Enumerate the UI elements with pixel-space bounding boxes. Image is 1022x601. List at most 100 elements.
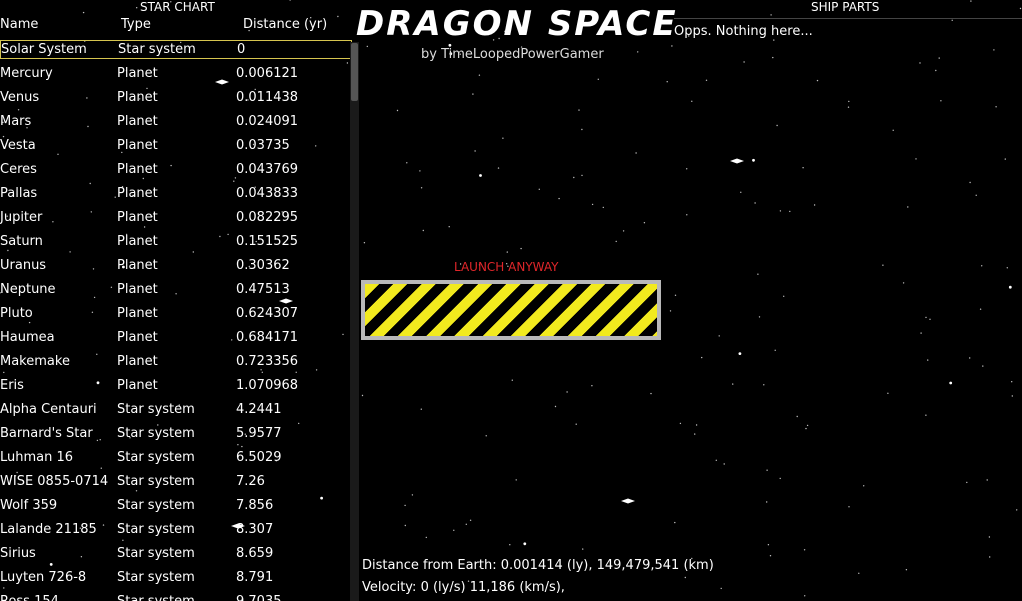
row-distance: 8.659 xyxy=(236,546,274,561)
star-chart-row[interactable]: Luyten 726-8 Star system 8.791 xyxy=(0,568,352,588)
star xyxy=(915,158,917,160)
star xyxy=(497,167,500,169)
star xyxy=(927,359,929,361)
star-chart-row[interactable]: Sirius Star system 8.659 xyxy=(0,544,352,564)
star-chart-row[interactable]: Mars Planet 0.024091 xyxy=(0,112,352,132)
star xyxy=(1006,267,1008,269)
column-header-name[interactable]: Name xyxy=(0,17,38,33)
star-chart-row[interactable]: Eris Planet 1.070968 xyxy=(0,376,352,396)
star-chart-row[interactable]: Lalande 21185 Star system 8.307 xyxy=(0,520,352,540)
star xyxy=(669,310,672,312)
star xyxy=(554,405,557,408)
star xyxy=(558,197,560,200)
row-name: Makemake xyxy=(0,354,70,369)
row-name: Solar System xyxy=(1,42,87,57)
star xyxy=(420,187,423,189)
star-chart-row[interactable]: Ross 154 Star system 9.7035 xyxy=(0,592,352,601)
star xyxy=(448,226,450,228)
launch-button[interactable] xyxy=(361,280,661,340)
star xyxy=(515,479,517,481)
star xyxy=(674,294,677,296)
star-chart-row[interactable]: Luhman 16 Star system 6.5029 xyxy=(0,448,352,468)
row-type: Planet xyxy=(117,354,158,369)
star-chart-scrollbar[interactable] xyxy=(350,42,359,601)
star-chart-row[interactable]: Wolf 359 Star system 7.856 xyxy=(0,496,352,516)
star xyxy=(986,479,988,481)
star-chart-row[interactable]: Makemake Planet 0.723356 xyxy=(0,352,352,372)
star-chart-row[interactable]: Pallas Planet 0.043833 xyxy=(0,184,352,204)
star xyxy=(582,548,584,550)
star xyxy=(538,188,540,190)
star-chart-row[interactable]: Ceres Planet 0.043769 xyxy=(0,160,352,180)
column-header-type[interactable]: Type xyxy=(121,17,151,33)
star-chart-row[interactable]: Uranus Planet 0.30362 xyxy=(0,256,352,276)
star-chart-row[interactable]: Barnard's Star Star system 5.9577 xyxy=(0,424,352,444)
row-distance: 0.024091 xyxy=(236,114,299,129)
star xyxy=(993,49,995,51)
star-chart-row[interactable]: Haumea Planet 0.684171 xyxy=(0,328,352,348)
star-chart-row[interactable]: WISE 0855-0714 Star system 7.26 xyxy=(0,472,352,492)
star xyxy=(591,385,593,387)
star xyxy=(622,230,625,232)
star xyxy=(882,264,884,266)
star xyxy=(858,572,860,574)
star xyxy=(404,504,406,507)
star-chart-row[interactable]: Alpha Centauri Star system 4.2441 xyxy=(0,400,352,420)
star xyxy=(887,392,889,394)
distance-readout: Distance from Earth: 0.001414 (ly), 149,… xyxy=(362,558,714,573)
star xyxy=(804,595,806,597)
star-chart-row[interactable]: Saturn Planet 0.151525 xyxy=(0,232,352,252)
star-chart-row[interactable]: Solar System Star system 0 xyxy=(0,40,352,59)
star xyxy=(465,523,467,525)
row-distance: 0 xyxy=(237,42,246,57)
star xyxy=(970,0,972,2)
velocity-readout: Velocity: 0 (ly/s) 11,186 (km/s), xyxy=(362,580,565,595)
star xyxy=(769,555,772,557)
star xyxy=(523,542,527,546)
star xyxy=(763,384,765,386)
star xyxy=(805,427,807,430)
star-chart-scroll-thumb[interactable] xyxy=(351,43,358,101)
star xyxy=(715,459,717,461)
row-name: Vesta xyxy=(0,138,36,153)
star-chart-row[interactable]: Venus Planet 0.011438 xyxy=(0,88,352,108)
star-chart-row[interactable]: Neptune Planet 0.47513 xyxy=(0,280,352,300)
star xyxy=(422,229,424,232)
row-name: Luhman 16 xyxy=(0,450,74,465)
row-type: Star system xyxy=(117,402,195,417)
row-distance: 5.9577 xyxy=(236,426,282,441)
star xyxy=(925,316,927,319)
star-chart-row[interactable]: Vesta Planet 0.03735 xyxy=(0,136,352,156)
star xyxy=(752,158,755,162)
row-type: Star system xyxy=(117,474,195,489)
star xyxy=(969,181,971,184)
star xyxy=(758,316,761,318)
star xyxy=(363,242,366,244)
star xyxy=(892,129,894,131)
star xyxy=(635,152,637,154)
row-type: Planet xyxy=(117,114,158,129)
column-header-distance[interactable]: Distance (yr) xyxy=(243,17,327,33)
star xyxy=(485,435,487,437)
star-chart-row[interactable]: Pluto Planet 0.624307 xyxy=(0,304,352,324)
star xyxy=(754,202,756,204)
star xyxy=(474,150,476,152)
row-type: Star system xyxy=(117,498,195,513)
star xyxy=(478,74,481,76)
star xyxy=(695,424,698,426)
star xyxy=(766,501,768,503)
star xyxy=(469,519,472,521)
star xyxy=(989,556,991,558)
row-distance: 0.151525 xyxy=(236,234,299,249)
star-chart-row[interactable]: Mercury Planet 0.006121 xyxy=(0,64,352,84)
row-name: Uranus xyxy=(0,258,47,273)
star xyxy=(366,45,368,48)
star xyxy=(705,79,708,82)
row-name: Wolf 359 xyxy=(0,498,58,513)
star-chart-row[interactable]: Jupiter Planet 0.082295 xyxy=(0,208,352,228)
row-name: Neptune xyxy=(0,282,56,297)
row-name: WISE 0855-0714 xyxy=(0,474,109,489)
star xyxy=(453,529,455,531)
star-chart-panel: STAR CHART Name Type Distance (yr) Solar… xyxy=(0,0,360,601)
star xyxy=(902,282,905,284)
